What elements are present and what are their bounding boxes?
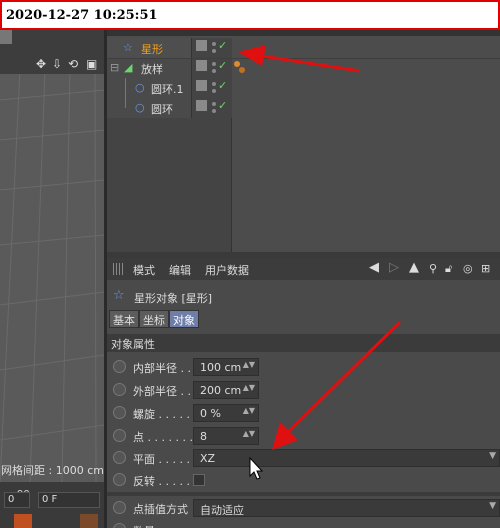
outer-radius-field[interactable]: 200 cm ▲▼ bbox=[193, 381, 259, 399]
prop-interpolation: 点插值方式 自动适应 ▼ bbox=[107, 497, 500, 519]
layer-icon[interactable] bbox=[196, 40, 207, 51]
layer-icon[interactable] bbox=[196, 100, 207, 111]
search-icon[interactable]: ⚲ bbox=[429, 262, 437, 275]
rotate-icon[interactable]: ⟲ bbox=[68, 57, 78, 71]
circle-icon: ○ bbox=[135, 101, 145, 114]
star-icon: ☆ bbox=[123, 41, 133, 54]
om-empty-area bbox=[107, 118, 232, 252]
circle-icon: ○ bbox=[135, 81, 145, 94]
animate-radio[interactable] bbox=[113, 473, 126, 486]
section-title: 对象属性 bbox=[111, 338, 155, 351]
layer-icon[interactable] bbox=[196, 80, 207, 91]
prop-points: 点 . . . . . . . . 8 ▲▼ bbox=[107, 425, 500, 447]
om-menubar bbox=[107, 30, 500, 36]
interpolation-select[interactable]: 自动适应 ▼ bbox=[193, 499, 500, 517]
twist-field[interactable]: 0 % ▲▼ bbox=[193, 404, 259, 422]
object-name: 圆环.1 bbox=[151, 83, 184, 96]
object-row-loft[interactable]: ⊟ ◢ 放样 ✓ bbox=[107, 58, 500, 78]
object-row-star[interactable]: ☆ 星形 ✓ bbox=[107, 38, 500, 58]
animate-radio[interactable] bbox=[113, 429, 126, 442]
move-icon[interactable]: ✥ bbox=[36, 57, 46, 71]
animate-radio[interactable] bbox=[113, 406, 126, 419]
timestamp-bar: 2020-12-27 10:25:51 bbox=[0, 0, 500, 30]
section-header: 对象属性 bbox=[107, 334, 500, 352]
prop-count: 数量 bbox=[107, 519, 500, 528]
object-row-circle[interactable]: ○ 圆环 ✓ bbox=[107, 98, 500, 118]
timestamp-text: 2020-12-27 10:25:51 bbox=[6, 8, 158, 23]
maximize-icon[interactable]: ▣ bbox=[86, 57, 97, 71]
collapse-icon[interactable]: ⊟ bbox=[110, 61, 119, 74]
star-icon: ☆ bbox=[113, 288, 125, 303]
object-row-circle-1[interactable]: ○ 圆环.1 ✓ bbox=[107, 78, 500, 98]
object-manager: ☆ 星形 ✓ ⊟ ◢ 放样 ✓ ○ 圆环.1 ✓ ○ 圆环 ✓ bbox=[107, 30, 500, 252]
animate-radio[interactable] bbox=[113, 451, 126, 464]
grid-spacing-label: 网格间距 : 1000 cm bbox=[1, 464, 104, 477]
back-arrow-icon[interactable]: ◀ bbox=[369, 260, 379, 275]
animate-radio[interactable] bbox=[113, 360, 126, 373]
grip-icon[interactable] bbox=[113, 263, 125, 275]
inner-radius-field[interactable]: 100 cm ▲▼ bbox=[193, 358, 259, 376]
am-menubar: 模式 编辑 用户数据 ◀ ▷ ▲ ⚲ 🔓︎ ◎ ⊞ bbox=[107, 258, 500, 280]
timeline-bar: 90 0 0 F bbox=[0, 482, 104, 528]
film-icon[interactable] bbox=[80, 514, 98, 528]
tag-icon[interactable] bbox=[239, 67, 245, 73]
enabled-check-icon[interactable]: ✓ bbox=[218, 39, 227, 52]
animate-radio[interactable] bbox=[113, 383, 126, 396]
tab-basic[interactable]: 基本 bbox=[109, 310, 139, 328]
current-frame-field[interactable]: 0 F bbox=[38, 492, 100, 508]
object-name: 圆环 bbox=[151, 103, 173, 116]
plane-select[interactable]: XZ ▼ bbox=[193, 449, 500, 467]
tab-object[interactable]: 对象 bbox=[169, 310, 199, 328]
prop-inner-radius: 内部半径 . . 100 cm ▲▼ bbox=[107, 356, 500, 378]
layer-icon[interactable] bbox=[196, 60, 207, 71]
lock-icon[interactable]: 🔓︎ bbox=[445, 262, 452, 276]
attr-title: 星形对象 [星形] bbox=[134, 292, 213, 305]
enabled-check-icon[interactable]: ✓ bbox=[218, 79, 227, 92]
viewport[interactable]: ✥ ⇩ ⟲ ▣ 网格间距 : 1000 cm bbox=[0, 30, 104, 482]
prop-plane: 平面 . . . . . . XZ ▼ bbox=[107, 447, 500, 469]
start-frame-field[interactable]: 0 bbox=[4, 492, 30, 508]
forward-arrow-icon[interactable]: ▷ bbox=[389, 260, 399, 275]
menu-mode[interactable]: 模式 bbox=[133, 262, 155, 278]
new-panel-icon[interactable]: ⊞ bbox=[481, 262, 490, 275]
tab-coord[interactable]: 坐标 bbox=[139, 310, 169, 328]
tag-icon[interactable] bbox=[234, 61, 240, 67]
prop-twist: 螺旋 . . . . . . 0 % ▲▼ bbox=[107, 402, 500, 424]
enabled-check-icon[interactable]: ✓ bbox=[218, 99, 227, 112]
record-icon[interactable] bbox=[14, 514, 32, 528]
menu-user-data[interactable]: 用户数据 bbox=[205, 262, 249, 278]
perspective-grid bbox=[0, 30, 104, 482]
object-name: 放样 bbox=[141, 63, 163, 76]
loft-icon: ◢ bbox=[124, 61, 133, 74]
animate-radio[interactable] bbox=[113, 501, 126, 514]
points-field[interactable]: 8 ▲▼ bbox=[193, 427, 259, 445]
prop-reverse: 反转 . . . . . . bbox=[107, 469, 500, 491]
enabled-check-icon[interactable]: ✓ bbox=[218, 59, 227, 72]
object-name: 星形 bbox=[141, 43, 163, 56]
up-arrow-icon[interactable]: ▲ bbox=[409, 260, 419, 275]
target-icon[interactable]: ◎ bbox=[463, 262, 473, 275]
arrow-down-icon[interactable]: ⇩ bbox=[52, 57, 62, 71]
prop-outer-radius: 外部半径 . . 200 cm ▲▼ bbox=[107, 379, 500, 401]
animate-radio[interactable] bbox=[113, 523, 126, 528]
reverse-checkbox[interactable] bbox=[193, 474, 205, 486]
menu-edit[interactable]: 编辑 bbox=[169, 262, 191, 278]
